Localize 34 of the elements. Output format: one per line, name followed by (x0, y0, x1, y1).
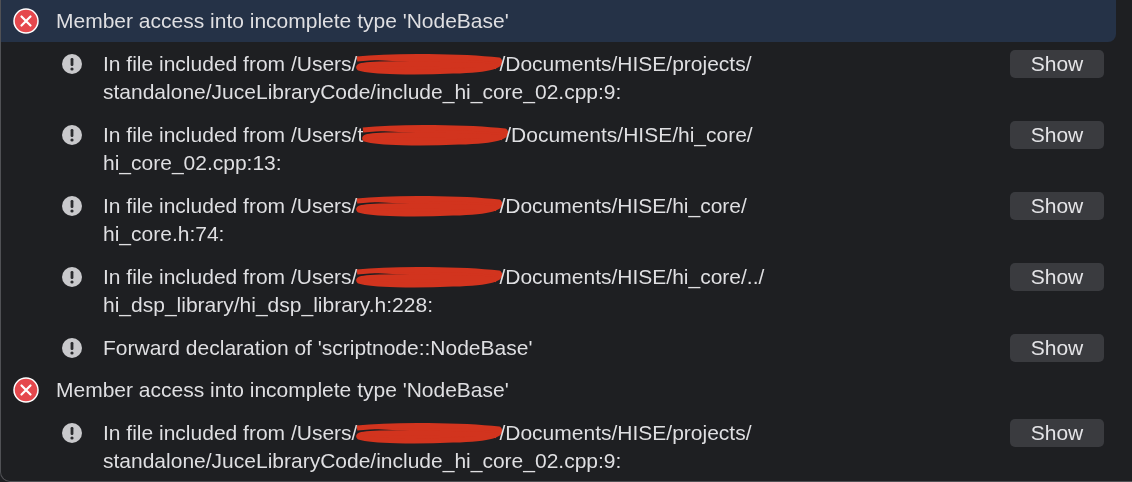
error-message: Member access into incomplete type 'NodeBase' (56, 378, 509, 402)
warning-icon (61, 337, 83, 359)
error-icon (13, 8, 39, 34)
show-button[interactable]: Show (1010, 334, 1104, 362)
show-button[interactable]: Show (1010, 121, 1104, 149)
warning-icon (61, 266, 83, 288)
note-text: Forward declaration of 'scriptnode::NodeBase' (103, 335, 533, 361)
warning-icon (61, 422, 83, 444)
note-text: /Documents/HISE/hi_core/ (505, 122, 753, 149)
show-button[interactable]: Show (1010, 192, 1104, 220)
note-text: /Documents/HISE/hi_core/ (499, 193, 747, 220)
note-text: /Documents/HISE/projects/ (499, 51, 752, 77)
warning-icon (61, 195, 83, 217)
note-text: hi_core_02.cpp:13: (103, 150, 283, 177)
note-text: hi_dsp_library/hi_dsp_library.h:228: (103, 292, 434, 319)
note-text: In file included from /Users/ (103, 51, 358, 77)
note-text: In file included from /Users/ (103, 193, 358, 219)
note-text: In file included from /Users/t (103, 122, 364, 148)
note-text: standalone/JuceLibraryCode/include_hi_core_02.cpp:9: (103, 79, 623, 106)
issue-row[interactable]: Member access into incomplete type 'NodeBase' (1, 0, 1116, 42)
show-button[interactable]: Show (1010, 419, 1104, 447)
note-text: In file included from /Users/ (103, 264, 358, 290)
note-text: hi_core.h:74: (103, 221, 226, 248)
note-text: In file included from /Users/ (103, 420, 358, 446)
show-button[interactable]: Show (1010, 263, 1104, 291)
warning-icon (61, 124, 83, 146)
note-text: standalone/JuceLibraryCode/include_hi_core_02.cpp:9: (103, 448, 623, 475)
warning-icon (61, 53, 83, 75)
issue-row[interactable]: Member access into incomplete type 'NodeBase' (1, 369, 1116, 411)
show-button[interactable]: Show (1010, 50, 1104, 78)
note-text: /Documents/HISE/hi_core/../ (499, 264, 765, 291)
error-message: Member access into incomplete type 'NodeBase' (56, 9, 509, 33)
note-text: /Documents/HISE/projects/ (499, 420, 752, 446)
error-icon (13, 377, 39, 403)
